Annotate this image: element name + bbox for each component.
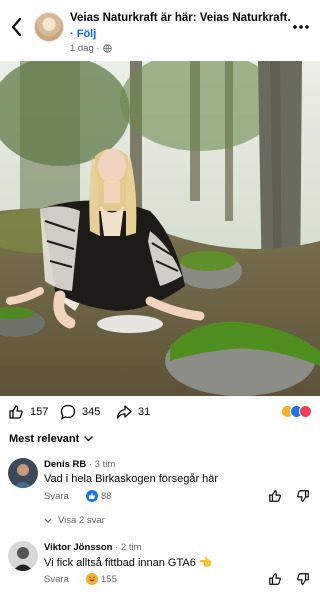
share-arrow-icon	[116, 405, 132, 419]
reply-button[interactable]: Svara	[44, 574, 69, 585]
post-meta: 1 dag ·	[70, 43, 112, 54]
back-arrow-icon[interactable]	[8, 16, 26, 38]
view-replies-label: Visa 2 svar	[58, 515, 105, 526]
forest-photo-illustration	[0, 61, 320, 396]
like-reaction-icon	[86, 490, 98, 502]
haha-emoji-icon	[86, 573, 98, 585]
comment-text: Vi fick alltså fittbad innan GTA6 👈	[44, 557, 213, 569]
comment-action[interactable]: 345	[60, 404, 100, 420]
comment-text: Vad i hela Birkaskogen försegår här	[44, 473, 219, 485]
post-header: Veias Naturkraft är här: Veias Naturkraf…	[0, 0, 320, 60]
reply-button[interactable]: Svara	[44, 491, 69, 502]
comment-bubble-icon	[60, 404, 76, 420]
post-title[interactable]: Veias Naturkraft är här: Veias Naturkraf…	[70, 12, 291, 40]
like-count: 157	[30, 406, 49, 418]
view-replies-link[interactable]: Visa 2 svar	[44, 515, 105, 526]
reaction-count-value: 88	[101, 490, 112, 502]
thumbs-down-icon[interactable]	[296, 572, 310, 586]
comment-item: Denis RB · 3 tim Vad i hela Birkaskogen …	[0, 455, 320, 530]
reaction-summary-icons[interactable]	[281, 405, 312, 418]
post-title-text: Veias Naturkraft är här: Veias Naturkraf…	[70, 12, 291, 24]
comment-reaction-count[interactable]: 155	[86, 573, 117, 585]
avatar-photo	[8, 458, 38, 488]
author-name: Denis RB	[44, 459, 87, 470]
comment-time: · 3 tim	[88, 459, 116, 470]
comment-sort-dropdown[interactable]: Mest relevant	[9, 433, 94, 445]
more-options-icon[interactable]	[292, 24, 310, 30]
commenter-avatar[interactable]	[8, 458, 38, 488]
globe-icon	[102, 44, 112, 53]
commenter-avatar[interactable]	[8, 541, 38, 571]
thumbs-up-icon	[9, 405, 23, 419]
author-name: Viktor Jönsson	[44, 542, 113, 553]
commenter-name[interactable]: Denis RB · 3 tim	[44, 459, 115, 470]
follow-button[interactable]: · Följ	[70, 28, 96, 40]
sort-label: Mest relevant	[9, 433, 80, 445]
love-reaction-icon	[299, 405, 312, 418]
thumbs-up-icon[interactable]	[268, 572, 282, 586]
avatar-photo	[8, 541, 38, 571]
share-count: 31	[138, 406, 151, 418]
thumbs-down-icon[interactable]	[296, 489, 310, 503]
comment-reaction-count[interactable]: 88	[86, 490, 112, 502]
commenter-name[interactable]: Viktor Jönsson · 2 tim	[44, 542, 141, 553]
thumbs-up-icon[interactable]	[268, 489, 282, 503]
like-action[interactable]: 157	[8, 404, 48, 420]
chevron-down-icon	[44, 518, 52, 523]
post-actions-bar: 157 345 31	[0, 402, 320, 424]
comment-time: · 2 tim	[115, 542, 142, 553]
share-action[interactable]: 31	[116, 404, 150, 420]
page-avatar[interactable]	[34, 12, 64, 42]
post-time: 1 dag ·	[70, 43, 100, 54]
chevron-down-icon	[84, 436, 94, 442]
comment-item: Viktor Jönsson · 2 tim Vi fick alltså fi…	[0, 538, 320, 593]
post-photo[interactable]	[0, 61, 320, 396]
comment-count: 345	[82, 406, 101, 418]
reaction-count-value: 155	[101, 573, 117, 585]
